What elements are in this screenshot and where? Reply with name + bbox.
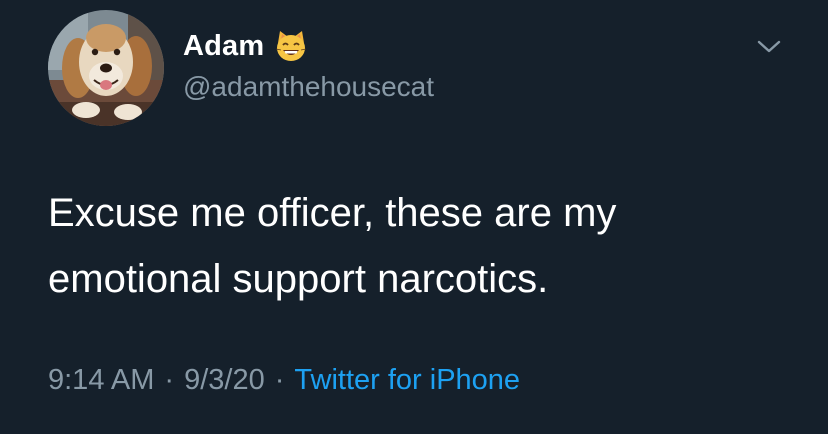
dog-avatar-image [48,10,164,126]
tweet-meta: 9:14 AM · 9/3/20 · Twitter for iPhone [48,364,520,397]
display-name[interactable]: Adam [183,30,264,63]
tweet-card: Adam @adamthehousecat Excuse me officer,… [0,0,828,434]
tweet-source-link[interactable]: Twitter for iPhone [294,364,520,396]
tweet-text: Excuse me officer, these are my emotiona… [48,180,788,312]
author-name-row[interactable]: Adam [183,28,308,64]
chevron-down-icon[interactable] [755,34,783,58]
user-handle[interactable]: @adamthehousecat [183,71,434,103]
grinning-cat-emoji-icon [276,31,307,61]
tweet-time[interactable]: 9:14 AM [48,364,154,396]
tweet-text-line: Excuse me officer, these are my [48,191,617,235]
tweet-text-line: emotional support narcotics. [48,257,549,301]
meta-separator: · [164,364,175,396]
tweet-date[interactable]: 9/3/20 [184,364,265,396]
avatar[interactable] [48,10,164,126]
meta-separator: · [274,364,285,396]
